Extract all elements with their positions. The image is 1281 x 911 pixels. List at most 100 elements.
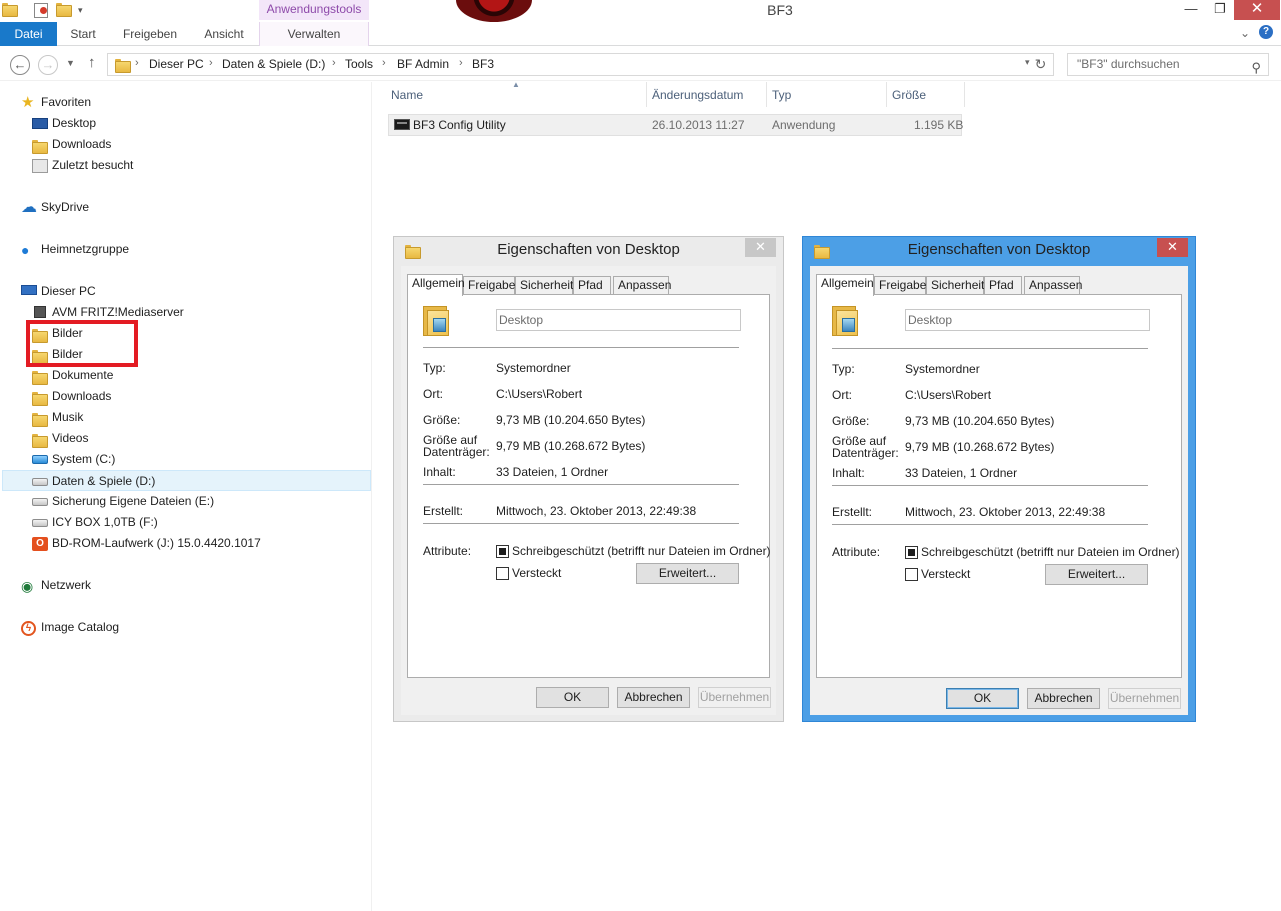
- up-arrow-icon[interactable]: ↑: [88, 54, 96, 71]
- close-button[interactable]: ✕: [1234, 0, 1280, 20]
- ok-button[interactable]: OK: [536, 687, 609, 708]
- nav-label: Heimnetzgruppe: [41, 242, 130, 256]
- tab-pfad[interactable]: Pfad: [984, 276, 1022, 295]
- table-row[interactable]: BF3 Config Utility 26.10.2013 11:27 Anwe…: [388, 114, 963, 136]
- tab-allgemein[interactable]: Allgemein: [816, 274, 874, 296]
- tab-freigabe[interactable]: Freigabe: [874, 276, 926, 295]
- ribbon-tabs: Datei Start Freigeben Ansicht Verwalten …: [0, 22, 1281, 46]
- column-divider[interactable]: [766, 82, 767, 107]
- folder-name-field[interactable]: Desktop: [496, 309, 741, 331]
- cancel-button[interactable]: Abbrechen: [1027, 688, 1100, 709]
- folder-icon[interactable]: [2, 3, 18, 17]
- desktop-folder-icon: [832, 306, 858, 336]
- search-icon[interactable]: ⚲: [1251, 57, 1261, 78]
- cancel-button[interactable]: Abbrechen: [617, 687, 690, 708]
- network-icon: ◉: [21, 578, 34, 594]
- office-icon: O: [32, 537, 48, 551]
- tab-anpassen[interactable]: Anpassen: [1024, 276, 1082, 295]
- advanced-button[interactable]: Erweitert...: [636, 563, 739, 584]
- value-type: Systemordner: [905, 362, 980, 376]
- tab-sicherheit[interactable]: Sicherheit: [515, 276, 573, 295]
- breadcrumb-bf-admin[interactable]: BF Admin: [397, 57, 449, 71]
- tab-verwalten[interactable]: Verwalten: [259, 22, 369, 46]
- breadcrumb-separator[interactable]: ›: [209, 57, 213, 69]
- column-header-size[interactable]: Größe: [892, 88, 926, 102]
- downloads-folder-icon: [32, 138, 48, 154]
- recent-locations-icon[interactable]: ▼: [66, 58, 75, 68]
- properties-icon[interactable]: [34, 3, 48, 18]
- hidden-checkbox[interactable]: [905, 568, 918, 581]
- sort-ascending-icon: ▲: [512, 80, 520, 89]
- tab-start[interactable]: Start: [57, 22, 109, 46]
- tab-freigeben[interactable]: Freigeben: [113, 22, 187, 46]
- nav-label: Musik: [52, 410, 84, 424]
- divider: [423, 347, 739, 348]
- quick-access-dropdown-icon[interactable]: ▾: [78, 5, 92, 19]
- readonly-checkbox[interactable]: [905, 546, 918, 559]
- label-attributes: Attribute:: [832, 545, 881, 559]
- refresh-button[interactable]: ↻: [1028, 53, 1054, 76]
- label-location: Ort:: [423, 387, 443, 401]
- breadcrumb-separator[interactable]: ›: [459, 57, 463, 69]
- column-header-modified[interactable]: Änderungsdatum: [652, 88, 743, 102]
- tab-ansicht[interactable]: Ansicht: [192, 22, 256, 46]
- divider: [832, 524, 1148, 525]
- apply-button[interactable]: Übernehmen: [698, 687, 771, 708]
- hidden-label[interactable]: Versteckt: [921, 567, 970, 581]
- search-input[interactable]: "BF3" durchsuchen ⚲: [1067, 53, 1269, 76]
- tab-allgemein[interactable]: Allgemein: [407, 274, 465, 296]
- forward-button[interactable]: →: [38, 55, 58, 75]
- properties-dialog-active[interactable]: Eigenschaften von Desktop ✕ Allgemein Fr…: [802, 236, 1196, 722]
- column-divider[interactable]: [964, 82, 965, 107]
- label-size: Größe:: [832, 414, 870, 428]
- label-contains: Inhalt:: [423, 465, 456, 479]
- label-location: Ort:: [832, 388, 852, 402]
- label-size: Größe:: [423, 413, 461, 427]
- new-folder-icon[interactable]: [56, 3, 72, 17]
- ok-button[interactable]: OK: [946, 688, 1019, 709]
- breadcrumb-bf3[interactable]: BF3: [472, 57, 494, 71]
- properties-dialog-inactive[interactable]: Eigenschaften von Desktop ✕ Allgemein Fr…: [393, 236, 784, 722]
- address-bar[interactable]: › Dieser PC › Daten & Spiele (D:) › Tool…: [107, 53, 1054, 76]
- column-divider[interactable]: [886, 82, 887, 107]
- column-header-type[interactable]: Typ: [772, 88, 791, 102]
- breadcrumb-separator[interactable]: ›: [135, 57, 139, 69]
- star-icon: ★: [21, 94, 35, 111]
- breadcrumb-daten-spiele[interactable]: Daten & Spiele (D:): [222, 57, 325, 71]
- dialog-close-button[interactable]: ✕: [745, 238, 776, 257]
- breadcrumb-tools[interactable]: Tools: [345, 57, 373, 71]
- dialog-close-button[interactable]: ✕: [1157, 238, 1188, 257]
- nav-label: ICY BOX 1,0TB (F:): [52, 515, 158, 529]
- tab-anpassen[interactable]: Anpassen: [613, 276, 671, 295]
- tab-pfad[interactable]: Pfad: [573, 276, 611, 295]
- maximize-button[interactable]: ❐: [1206, 0, 1234, 20]
- nav-label: Favoriten: [41, 95, 92, 109]
- help-icon[interactable]: ?: [1259, 25, 1273, 39]
- tab-sicherheit[interactable]: Sicherheit: [926, 276, 984, 295]
- label-created: Erstellt:: [423, 504, 464, 518]
- column-divider[interactable]: [646, 82, 647, 107]
- readonly-label[interactable]: Schreibgeschützt (betrifft nur Dateien i…: [921, 545, 1180, 559]
- apply-button[interactable]: Übernehmen: [1108, 688, 1181, 709]
- readonly-label[interactable]: Schreibgeschützt (betrifft nur Dateien i…: [512, 544, 771, 558]
- drive-icon: [32, 498, 48, 506]
- back-button[interactable]: ←: [10, 55, 30, 75]
- nav-label: Videos: [52, 431, 89, 445]
- minimize-button[interactable]: —: [1176, 0, 1206, 20]
- folder-name-field[interactable]: Desktop: [905, 309, 1150, 331]
- readonly-checkbox[interactable]: [496, 545, 509, 558]
- context-tab-group-label: Anwendungstools: [259, 0, 369, 20]
- nav-item-daten-spiele[interactable]: Daten & Spiele (D:): [2, 470, 371, 491]
- tab-freigabe[interactable]: Freigabe: [463, 276, 515, 295]
- ribbon-expand-icon[interactable]: ⌄: [1240, 26, 1250, 40]
- breadcrumb-separator[interactable]: ›: [332, 57, 336, 69]
- breadcrumb-dieser-pc[interactable]: Dieser PC: [149, 57, 204, 71]
- hidden-label[interactable]: Versteckt: [512, 566, 561, 580]
- column-header-name[interactable]: Name: [391, 88, 423, 102]
- dialog-title: Eigenschaften von Desktop: [907, 241, 1091, 258]
- advanced-button[interactable]: Erweitert...: [1045, 564, 1148, 585]
- general-tab-panel: Desktop Typ: Systemordner Ort: C:\Users\…: [407, 294, 771, 678]
- breadcrumb-separator[interactable]: ›: [382, 57, 386, 69]
- tab-datei[interactable]: Datei: [0, 22, 57, 46]
- hidden-checkbox[interactable]: [496, 567, 509, 580]
